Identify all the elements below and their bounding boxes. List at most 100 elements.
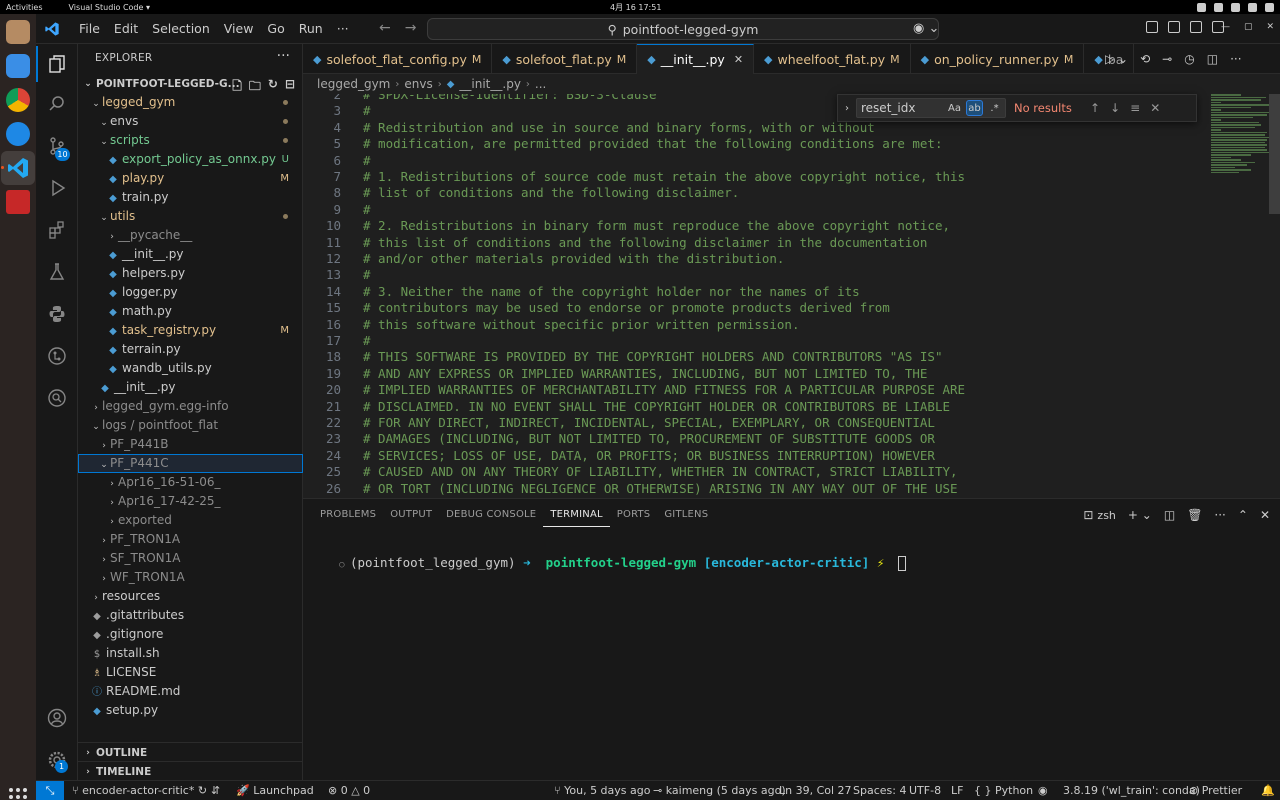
editor-tab[interactable]: ◆ wheelfoot_flat.py M xyxy=(754,44,911,74)
kill-terminal-icon[interactable]: 🗑 xyxy=(1187,508,1202,522)
command-center[interactable]: ⚲ pointfoot-legged-gym xyxy=(427,18,939,40)
tree-item[interactable]: ◆ .gitattributes xyxy=(78,606,303,625)
end-of-line[interactable]: LF xyxy=(951,784,963,797)
more-actions-icon[interactable]: ··· xyxy=(1230,52,1241,66)
tray-window-icon[interactable] xyxy=(1231,2,1240,12)
editor-tab[interactable]: ◆ solefoot_flat.py M xyxy=(492,44,638,74)
indentation[interactable]: Spaces: 4 xyxy=(853,784,906,797)
maximize-icon[interactable]: ▢ xyxy=(1244,22,1253,32)
branch-status[interactable]: ⑂ encoder-actor-critic* ↻ xyxy=(72,784,207,797)
search-view-icon[interactable] xyxy=(45,92,69,116)
terminal-shell-label[interactable]: zsh xyxy=(1097,509,1115,522)
tree-item[interactable]: ⌄ PF_P441C xyxy=(78,454,303,473)
match-whole-word-toggle[interactable]: ab xyxy=(966,100,983,116)
menu-file[interactable]: File xyxy=(72,14,107,44)
tree-item[interactable]: ◆ wandb_utils.py xyxy=(78,359,303,378)
testing-flask-icon[interactable] xyxy=(45,260,69,284)
copilot-icon[interactable]: ◉ ⌄ xyxy=(913,21,939,36)
close-find-icon[interactable]: ✕ xyxy=(1150,101,1160,115)
python-icon[interactable] xyxy=(45,302,69,326)
tree-item[interactable]: › Apr16_17-42-25_ xyxy=(78,492,303,511)
show-apps-icon[interactable] xyxy=(9,788,27,800)
copilot-status-icon[interactable]: ◉ xyxy=(1038,784,1048,797)
extensions-icon[interactable] xyxy=(45,218,69,242)
menu-selection[interactable]: Selection xyxy=(145,14,217,44)
remote-explorer-icon[interactable] xyxy=(45,386,69,410)
toggle-replace-icon[interactable]: › xyxy=(838,103,856,114)
breadcrumb-item[interactable]: ... xyxy=(535,77,546,91)
timeline-section[interactable]: › TIMELINE xyxy=(78,761,303,781)
tree-item[interactable]: ⌄ legged_gym xyxy=(78,93,303,112)
tree-item[interactable]: ⌄ scripts xyxy=(78,131,303,150)
editor-tab[interactable]: ◆ __init__.py ✕ xyxy=(637,44,755,74)
customize-layout-icon[interactable] xyxy=(1146,21,1158,33)
tree-item[interactable]: ♗ LICENSE xyxy=(78,663,303,682)
app-menu[interactable]: Visual Studio Code ▾ xyxy=(69,3,151,12)
menu-edit[interactable]: Edit xyxy=(107,14,145,44)
run-python-icon[interactable]: ▷ ⌄ xyxy=(1105,52,1128,66)
breadcrumb-item[interactable]: envs xyxy=(404,77,432,91)
language-mode[interactable]: { } Python xyxy=(974,784,1033,797)
split-editor-icon[interactable]: ◫ xyxy=(1207,52,1218,66)
tray-shield-icon[interactable] xyxy=(1197,2,1206,12)
app-blue-icon[interactable] xyxy=(6,122,30,146)
workspace-root-header[interactable]: ⌄ POINTFOOT-LEGGED-G... 🗋 🗀 ↻ ⊟ xyxy=(78,74,303,94)
forward-arrow-icon[interactable]: → xyxy=(405,20,417,36)
previous-match-icon[interactable]: ↑ xyxy=(1090,101,1100,115)
encoding[interactable]: UTF-8 xyxy=(909,784,941,797)
close-panel-icon[interactable]: ✕ xyxy=(1260,508,1270,522)
breadcrumb-item[interactable]: legged_gym xyxy=(317,77,390,91)
prettier-status[interactable]: ⊘ Prettier xyxy=(1189,784,1242,797)
tree-item[interactable]: ◆ terrain.py xyxy=(78,340,303,359)
system-tray[interactable] xyxy=(1197,2,1274,12)
notifications-bell-icon[interactable]: 🔔 xyxy=(1261,784,1275,797)
menu-view[interactable]: View xyxy=(217,14,261,44)
app-red-icon[interactable] xyxy=(6,190,30,214)
new-terminal-icon[interactable]: + ⌄ xyxy=(1128,508,1152,522)
menu-run[interactable]: Run xyxy=(292,14,330,44)
tree-item[interactable]: › legged_gym.egg-info xyxy=(78,397,303,416)
panel-tab[interactable]: PORTS xyxy=(610,507,658,527)
tree-item[interactable]: ◆ logger.py xyxy=(78,283,303,302)
menu-go[interactable]: Go xyxy=(260,14,291,44)
close-tab-icon[interactable]: ✕ xyxy=(734,53,743,66)
tree-item[interactable]: $ install.sh xyxy=(78,644,303,663)
tree-item[interactable]: › SF_TRON1A xyxy=(78,549,303,568)
tree-item[interactable]: › Apr16_16-51-06_ xyxy=(78,473,303,492)
outline-section[interactable]: › OUTLINE xyxy=(78,742,303,762)
panel-tab[interactable]: DEBUG CONSOLE xyxy=(439,507,543,527)
minimap[interactable] xyxy=(1211,94,1271,174)
tree-item[interactable]: › WF_TRON1A xyxy=(78,568,303,587)
gitlens-author-status[interactable]: ⊸ kaimeng (5 days ago) xyxy=(653,784,786,797)
close-window-icon[interactable]: ✕ xyxy=(1266,22,1274,32)
tree-item[interactable]: ◆ train.py xyxy=(78,188,303,207)
tree-item[interactable]: › PF_P441B xyxy=(78,435,303,454)
editor-scrollbar[interactable] xyxy=(1269,94,1280,214)
editor-tab[interactable]: ◆ solefoot_flat_config.py M xyxy=(303,44,493,74)
minimize-icon[interactable]: — xyxy=(1221,22,1230,32)
explorer-more-icon[interactable]: ··· xyxy=(277,48,290,64)
use-regex-toggle[interactable]: .* xyxy=(986,100,1003,116)
match-case-toggle[interactable]: Aa xyxy=(946,100,963,116)
tree-item[interactable]: ◆ export_policy_as_onnx.py U xyxy=(78,150,303,169)
split-terminal-icon[interactable]: ◫ xyxy=(1164,508,1175,522)
git-compare-icon[interactable]: ⟲ xyxy=(1140,52,1150,66)
accounts-icon[interactable] xyxy=(45,706,69,730)
cursor-position[interactable]: Ln 39, Col 27 xyxy=(779,784,852,797)
tree-item[interactable]: ◆ .gitignore xyxy=(78,625,303,644)
next-match-icon[interactable]: ↓ xyxy=(1110,101,1120,115)
sync-icon[interactable]: ⇵ xyxy=(211,784,220,797)
remote-indicator-icon[interactable]: ⤡ xyxy=(36,780,64,800)
panel-tab[interactable]: PROBLEMS xyxy=(313,507,383,527)
maximize-panel-icon[interactable]: ⌃ xyxy=(1238,508,1248,522)
tree-item[interactable]: › resources xyxy=(78,587,303,606)
run-debug-icon[interactable] xyxy=(45,176,69,200)
tree-item[interactable]: ⓘ README.md xyxy=(78,682,303,701)
explorer-icon[interactable] xyxy=(45,52,69,76)
problems-status[interactable]: ⊗ 0 △ 0 xyxy=(328,784,370,797)
menu-more[interactable]: ··· xyxy=(330,14,356,44)
clock[interactable]: 4月 16 17:51 xyxy=(610,2,661,13)
tray-lang-icon[interactable] xyxy=(1248,2,1257,12)
gitlens-commit-icon[interactable]: ⊸ xyxy=(1162,52,1172,66)
tree-item[interactable]: ⌄ envs xyxy=(78,112,303,131)
